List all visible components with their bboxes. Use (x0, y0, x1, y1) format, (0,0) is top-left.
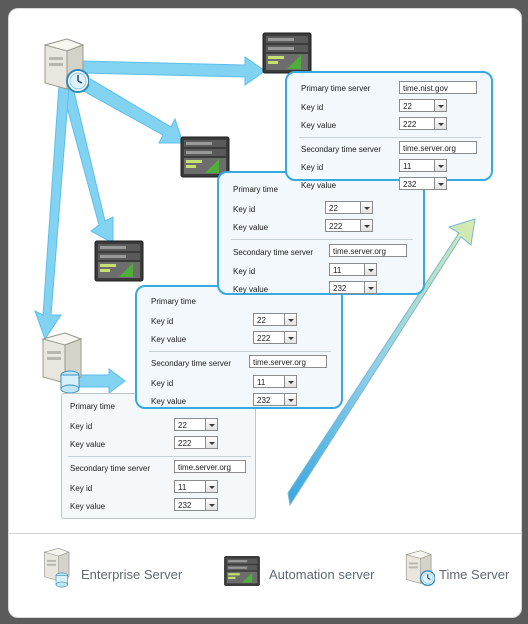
secondary-key-value-spinner-button[interactable] (364, 282, 376, 293)
secondary-key-id-spinner-button[interactable] (364, 264, 376, 275)
legend-enterprise-server-icon (43, 547, 70, 588)
label-secondary-key-id: Key id (233, 267, 256, 276)
label-primary-time-server: Primary time server (301, 84, 371, 93)
panel-divider (68, 456, 251, 457)
label-primary-time-server: Primary time (70, 402, 115, 411)
panel-time-server: Primary time server time.nist.gov Key id… (285, 71, 493, 190)
key-value-spinner-button[interactable] (434, 118, 446, 129)
field-key-value[interactable]: 222 (399, 117, 447, 130)
field-key-value[interactable]: 222 (325, 219, 373, 232)
panel-divider (231, 239, 413, 240)
label-secondary-time-server: Secondary time server (151, 359, 232, 368)
label-secondary-time-server: Secondary time server (233, 248, 314, 257)
field-key-id[interactable]: 22 (174, 418, 218, 431)
legend-label-enterprise-server: Enterprise Server (81, 567, 183, 582)
key-value-spinner-button[interactable] (205, 437, 217, 448)
field-secondary-time-server[interactable]: time.server.org (249, 355, 327, 368)
label-key-value: Key value (233, 223, 269, 232)
label-key-value: Key value (70, 440, 106, 449)
label-key-value: Key value (301, 121, 337, 130)
field-secondary-key-id[interactable]: 11 (253, 375, 297, 388)
key-value-spinner-button[interactable] (284, 332, 296, 343)
key-id-spinner-button[interactable] (360, 202, 372, 213)
label-secondary-key-id: Key id (151, 379, 174, 388)
legend-automation-server-icon (224, 556, 260, 586)
diagram-frame: Primary time Key id 22 Key value 222 Sec… (8, 8, 522, 618)
enterprise-server-icon (41, 332, 83, 394)
label-secondary-key-value: Key value (233, 285, 269, 294)
field-secondary-time-server[interactable]: time.server.org (329, 244, 407, 257)
label-key-id: Key id (70, 422, 93, 431)
label-secondary-key-value: Key value (301, 181, 337, 190)
label-key-id: Key id (233, 205, 256, 214)
legend-label-time-server: Time Server (439, 567, 510, 582)
secondary-key-id-spinner-button[interactable] (205, 481, 217, 492)
label-primary-time-server: Primary time (233, 185, 278, 194)
label-key-id: Key id (151, 317, 174, 326)
label-key-value: Key value (151, 335, 187, 344)
field-secondary-key-id[interactable]: 11 (399, 159, 447, 172)
field-secondary-key-value[interactable]: 232 (174, 498, 218, 511)
legend-divider (9, 533, 521, 534)
field-key-id[interactable]: 22 (253, 313, 297, 326)
field-key-value[interactable]: 222 (174, 436, 218, 449)
label-secondary-key-id: Key id (70, 484, 93, 493)
field-secondary-key-id[interactable]: 11 (174, 480, 218, 493)
diagram-canvas: Primary time Key id 22 Key value 222 Sec… (9, 9, 521, 617)
label-secondary-time-server: Secondary time server (301, 145, 382, 154)
key-id-spinner-button[interactable] (205, 419, 217, 430)
panel-divider (149, 351, 331, 352)
label-secondary-key-value: Key value (70, 502, 106, 511)
field-secondary-time-server[interactable]: time.server.org (174, 460, 246, 473)
label-secondary-key-value: Key value (151, 397, 187, 406)
field-secondary-time-server[interactable]: time.server.org (399, 141, 477, 154)
label-primary-time-server: Primary time (151, 297, 196, 306)
legend-time-server-icon (404, 550, 435, 586)
secondary-key-value-spinner-button[interactable] (284, 394, 296, 405)
field-key-id[interactable]: 22 (399, 99, 447, 112)
secondary-key-id-spinner-button[interactable] (434, 160, 446, 171)
field-secondary-key-value[interactable]: 232 (329, 281, 377, 294)
label-secondary-time-server: Secondary time server (70, 464, 151, 473)
secondary-key-value-spinner-button[interactable] (434, 178, 446, 189)
field-key-value[interactable]: 222 (253, 331, 297, 344)
automation-server-icon-3 (94, 240, 144, 282)
legend-label-automation-server: Automation server (269, 567, 375, 582)
label-key-id: Key id (301, 103, 324, 112)
panel-divider (299, 137, 481, 138)
label-secondary-key-id: Key id (301, 163, 324, 172)
key-id-spinner-button[interactable] (434, 100, 446, 111)
field-secondary-key-value[interactable]: 232 (399, 177, 447, 190)
secondary-key-id-spinner-button[interactable] (284, 376, 296, 387)
field-primary-time-server[interactable]: time.nist.gov (399, 81, 477, 94)
automation-server-icon-1 (262, 32, 312, 74)
field-secondary-key-id[interactable]: 11 (329, 263, 377, 276)
key-id-spinner-button[interactable] (284, 314, 296, 325)
panel-enterprise: Primary time Key id 22 Key value 222 Sec… (61, 393, 256, 519)
key-value-spinner-button[interactable] (360, 220, 372, 231)
field-key-id[interactable]: 22 (325, 201, 373, 214)
panel-automation-2: Primary time Key id 22 Key value 222 Sec… (135, 285, 343, 409)
secondary-key-value-spinner-button[interactable] (205, 499, 217, 510)
field-secondary-key-value[interactable]: 232 (253, 393, 297, 406)
time-server-icon (43, 38, 89, 93)
